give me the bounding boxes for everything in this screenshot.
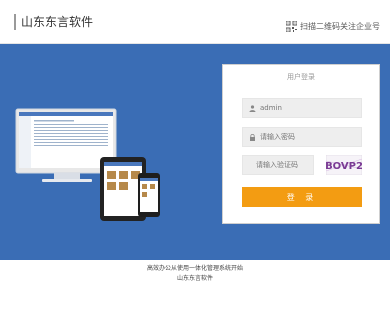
qr-follow-text: 扫描二维码关注企业号: [300, 21, 380, 31]
devices-illustration: [15, 108, 160, 221]
lock-icon: [250, 133, 255, 141]
site-header: 山东东言软件 扫描二维码关注企业号: [0, 0, 390, 44]
captcha-placeholder: 请输入验证码: [256, 161, 298, 169]
captcha-field[interactable]: 请输入验证码: [242, 155, 314, 175]
footer-slogan: 高效办公从使用一体化管理系统开始: [146, 265, 243, 272]
qr-code-icon: [286, 20, 297, 32]
captcha-image[interactable]: BOVP2: [326, 155, 362, 175]
user-icon: [249, 104, 256, 112]
page-footer: 高效办公从使用一体化管理系统开始 山东东言软件: [0, 264, 390, 284]
password-placeholder: 请输入密码: [260, 133, 295, 141]
login-banner: 用户登录 admin 请输入密码 请输入验证码 BOVP2 登 录: [0, 44, 390, 260]
username-field[interactable]: admin: [242, 98, 362, 118]
brand-title: 山东东言软件: [14, 14, 93, 30]
login-button[interactable]: 登 录: [242, 187, 362, 207]
login-title: 用户登录: [287, 73, 315, 81]
qr-follow-link[interactable]: 扫描二维码关注企业号: [286, 19, 380, 33]
password-field[interactable]: 请输入密码: [242, 127, 362, 147]
username-value: admin: [260, 104, 282, 112]
login-panel: 用户登录 admin 请输入密码 请输入验证码 BOVP2 登 录: [222, 64, 380, 224]
footer-company: 山东东言软件: [176, 275, 213, 282]
captcha-code: BOVP2: [326, 161, 362, 172]
